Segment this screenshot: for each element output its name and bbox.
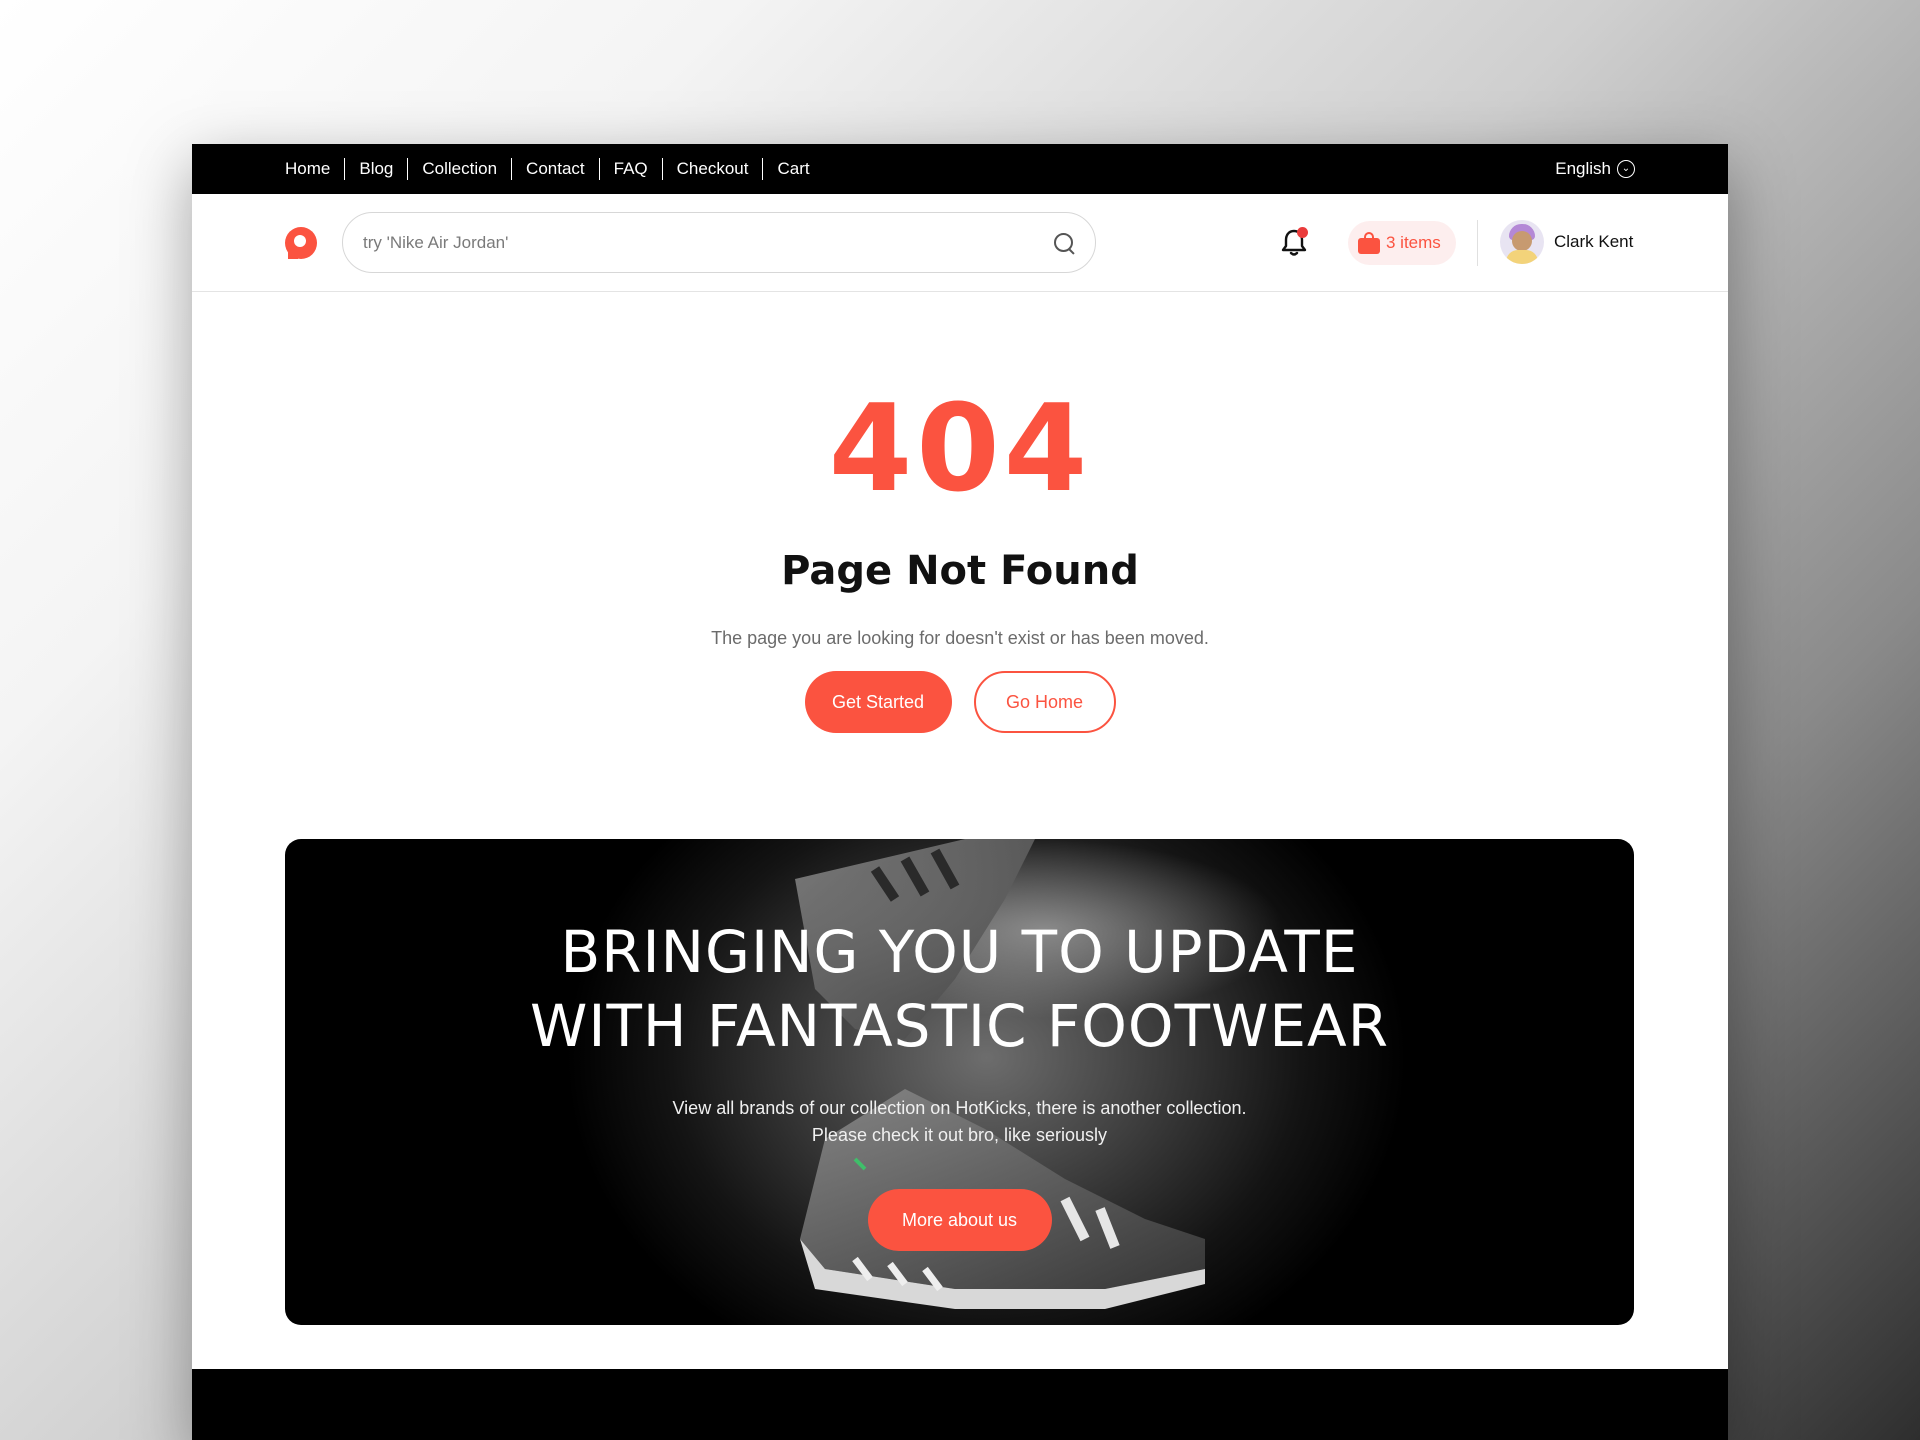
language-label: English (1555, 159, 1611, 178)
cart-count-label: 3 items (1386, 233, 1441, 252)
banner-title-line-2: WITH FANTASTIC FOOTWEAR (530, 992, 1389, 1060)
chevron-down-icon: ⌄ (1617, 160, 1635, 178)
go-home-button[interactable]: Go Home (973, 671, 1116, 733)
nav-link-cart[interactable]: Cart (762, 158, 823, 180)
search-icon[interactable] (1053, 232, 1075, 254)
banner-content: BRINGING YOU TO UPDATE WITH FANTASTIC FO… (285, 839, 1634, 1325)
top-nav: Home Blog Collection Contact FAQ Checkou… (192, 144, 1728, 194)
footer (192, 1369, 1728, 1440)
search-input[interactable] (363, 232, 1053, 253)
banner-description: View all brands of our collection on Hot… (285, 1095, 1634, 1149)
banner-title: BRINGING YOU TO UPDATE WITH FANTASTIC FO… (285, 915, 1634, 1063)
header-divider (1477, 220, 1478, 266)
error-code: 404 (828, 380, 1092, 519)
more-about-us-button[interactable]: More about us (867, 1189, 1052, 1251)
error-actions: Get Started Go Home (192, 671, 1728, 733)
nav-link-home[interactable]: Home (285, 158, 344, 180)
app-window: Home Blog Collection Contact FAQ Checkou… (192, 144, 1728, 1440)
notifications-button[interactable] (1276, 225, 1312, 261)
not-found-section: 404 Page Not Found The page you are look… (192, 390, 1728, 733)
top-nav-links: Home Blog Collection Contact FAQ Checkou… (285, 158, 824, 180)
nav-link-collection[interactable]: Collection (407, 158, 511, 180)
logo-icon[interactable] (285, 226, 317, 259)
shopping-bag-icon (1358, 232, 1380, 254)
nav-link-blog[interactable]: Blog (344, 158, 407, 180)
site-header: 3 items Clark Kent (192, 194, 1728, 292)
nav-link-contact[interactable]: Contact (511, 158, 599, 180)
user-name: Clark Kent (1554, 232, 1634, 251)
search-bar (342, 212, 1096, 273)
nav-link-checkout[interactable]: Checkout (661, 158, 763, 180)
cart-button[interactable]: 3 items (1348, 221, 1456, 265)
banner-description-line-2: Please check it out bro, like seriously (811, 1125, 1108, 1145)
promo-banner: BRINGING YOU TO UPDATE WITH FANTASTIC FO… (285, 839, 1634, 1325)
error-title: Page Not Found (781, 548, 1139, 594)
avatar (1500, 220, 1544, 264)
get-started-button[interactable]: Get Started (804, 671, 952, 733)
error-message: The page you are looking for doesn't exi… (711, 628, 1209, 648)
user-menu[interactable]: Clark Kent (1500, 220, 1633, 264)
banner-title-line-1: BRINGING YOU TO UPDATE (560, 918, 1359, 986)
banner-description-line-1: View all brands of our collection on Hot… (672, 1098, 1247, 1118)
language-selector[interactable]: English ⌄ (1555, 159, 1635, 179)
notification-dot (1297, 227, 1308, 238)
nav-link-faq[interactable]: FAQ (598, 158, 662, 180)
